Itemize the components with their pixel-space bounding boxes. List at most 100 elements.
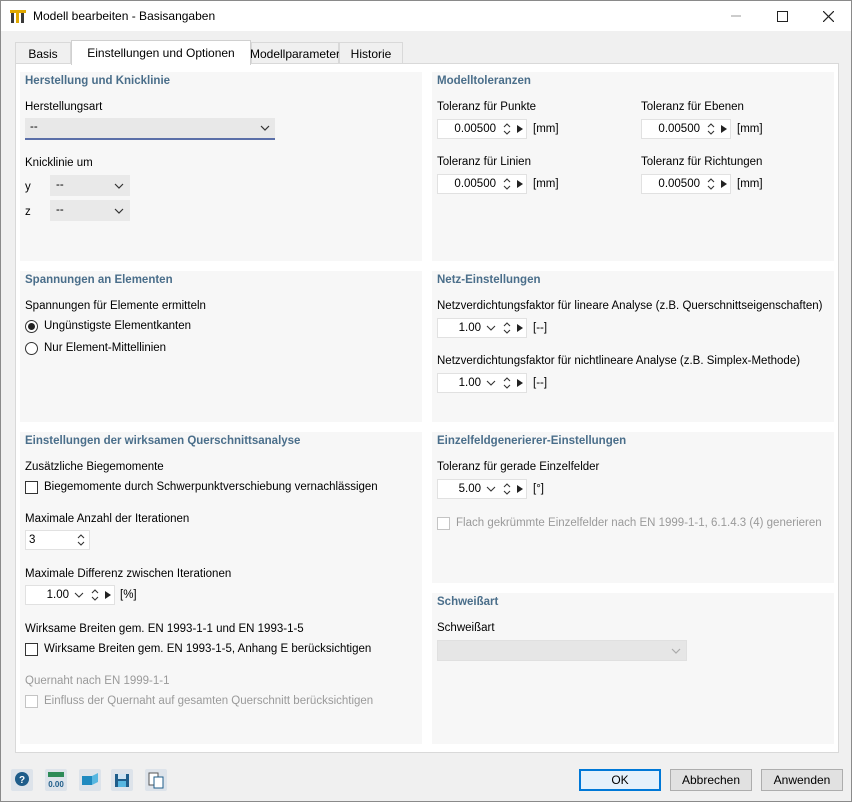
differenz-value: 1.00 [46,589,69,601]
linien-spinner[interactable]: 0.00500 [437,174,527,194]
netz-nonlinear-value: 1.00 [458,377,481,389]
knicklinie-label: Knicklinie um [25,157,93,169]
differenz-spinner[interactable]: 1.00 [25,585,115,605]
breiten-checkbox[interactable] [25,643,38,656]
arrow-right-icon[interactable] [517,379,523,387]
quernaht-checkbox[interactable] [25,695,38,708]
chevron-down-icon [671,648,681,654]
iterationen-label: Maximale Anzahl der Iterationen [25,513,190,525]
arrow-right-icon[interactable] [517,180,523,188]
richtungen-spinner[interactable]: 0.00500 [641,174,731,194]
updown-icon[interactable] [502,121,512,137]
knicklinie-y-dropdown[interactable]: -- [50,175,130,196]
linien-value: 0.00500 [454,178,496,190]
richtungen-value: 0.00500 [658,178,700,190]
tab-historie[interactable]: Historie [339,42,403,64]
ok-button[interactable]: OK [579,769,661,791]
tab-content: Herstellung und Knicklinie Herstellungsa… [15,63,839,753]
arrow-right-icon[interactable] [721,180,727,188]
differenz-label: Maximale Differenz zwischen Iterationen [25,568,232,580]
section-title: Modelltoleranzen [437,75,531,87]
netz-nonlinear-unit: [--] [533,377,548,389]
updown-icon[interactable] [90,587,100,603]
schweissart-dropdown[interactable] [437,640,687,661]
herstellungsart-value: -- [30,121,38,133]
updown-icon[interactable] [502,481,512,497]
panel-spannungen: Spannungen an Elementen Spannungen für E… [20,271,422,422]
cancel-button[interactable]: Abbrechen [670,769,752,791]
maximize-icon [776,10,788,22]
maximize-button[interactable] [759,1,805,31]
updown-icon[interactable] [706,176,716,192]
breiten-checkbox-label[interactable]: Wirksame Breiten gem. EN 1993-1-5, Anhan… [44,643,371,655]
chevron-down-icon[interactable] [486,484,496,494]
herstellungsart-dropdown[interactable]: -- [25,118,275,140]
knicklinie-y-value: -- [56,179,64,191]
z-label: z [25,206,31,218]
panel-schweissart: Schweißart Schweißart [432,593,834,744]
tab-basis[interactable]: Basis [15,42,71,64]
help-icon[interactable]: ? [11,769,33,791]
netz-linear-spinner[interactable]: 1.00 [437,318,527,338]
arrow-right-icon[interactable] [105,591,111,599]
section-title: Schweißart [437,596,499,608]
arrow-right-icon[interactable] [517,125,523,133]
updown-icon[interactable] [502,375,512,391]
save-icon[interactable] [111,769,133,791]
punkte-spinner[interactable]: 0.00500 [437,119,527,139]
radio-mittellinien-label[interactable]: Nur Element-Mittellinien [44,342,166,354]
quernaht-checkbox-label[interactable]: Einfluss der Quernaht auf gesamten Quers… [44,695,373,707]
linien-label: Toleranz für Linien [437,156,531,168]
netz-nonlinear-spinner[interactable]: 1.00 [437,373,527,393]
radio-mittellinien[interactable] [25,342,38,355]
panel-netz: Netz-Einstellungen Netzverdichtungsfakto… [432,271,834,422]
einzelfeld-toleranz-value: 5.00 [458,483,481,495]
minimize-icon [731,15,741,17]
updown-icon[interactable] [502,320,512,336]
updown-icon[interactable] [502,176,512,192]
punkte-value: 0.00500 [454,123,496,135]
arrow-right-icon[interactable] [721,125,727,133]
knicklinie-z-dropdown[interactable]: -- [50,200,130,221]
panel-querschnitt: Einstellungen der wirksamen Querschnitts… [20,432,422,744]
panel-toleranzen: Modelltoleranzen Toleranz für Punkte 0.0… [432,72,834,261]
arrow-right-icon[interactable] [517,324,523,332]
view-icon[interactable] [79,769,101,791]
updown-icon[interactable] [76,532,86,548]
biegemomente-checkbox[interactable] [25,481,38,494]
tab-einstellungen[interactable]: Einstellungen und Optionen [71,40,251,65]
flach-checkbox[interactable] [437,517,450,530]
einzelfeld-toleranz-unit: [°] [533,483,544,495]
ebenen-value: 0.00500 [658,123,700,135]
section-title: Netz-Einstellungen [437,274,541,286]
section-title: Herstellung und Knicklinie [25,75,171,87]
richtungen-label: Toleranz für Richtungen [641,156,763,168]
copy-icon[interactable] [145,769,167,791]
svg-text:0.00: 0.00 [48,780,64,789]
units-icon[interactable]: 0.00 [45,769,67,791]
updown-icon[interactable] [706,121,716,137]
section-title: Einstellungen der wirksamen Querschnitts… [25,435,301,447]
minimize-button[interactable] [713,1,759,31]
chevron-down-icon [114,183,124,189]
herstellungsart-label: Herstellungsart [25,101,103,113]
flach-checkbox-label[interactable]: Flach gekrümmte Einzelfelder nach EN 199… [456,517,822,529]
ebenen-spinner[interactable]: 0.00500 [641,119,731,139]
radio-elementkanten[interactable] [25,320,38,333]
chevron-down-icon[interactable] [74,590,84,600]
schweissart-label: Schweißart [437,622,495,634]
einzelfeld-toleranz-spinner[interactable]: 5.00 [437,479,527,499]
section-title: Spannungen an Elementen [25,274,173,286]
apply-button[interactable]: Anwenden [761,769,843,791]
ebenen-unit: [mm] [737,123,763,135]
chevron-down-icon[interactable] [486,323,496,333]
close-icon [822,10,834,22]
close-button[interactable] [805,1,851,31]
radio-elementkanten-label[interactable]: Ungünstigste Elementkanten [44,320,191,332]
biegemomente-checkbox-label[interactable]: Biegemomente durch Schwerpunktverschiebu… [44,481,378,493]
linien-unit: [mm] [533,178,559,190]
iterationen-spinner[interactable]: 3 [25,530,90,550]
chevron-down-icon[interactable] [486,378,496,388]
arrow-right-icon[interactable] [517,485,523,493]
tab-modellparameter[interactable]: Modellparameter [250,42,340,64]
